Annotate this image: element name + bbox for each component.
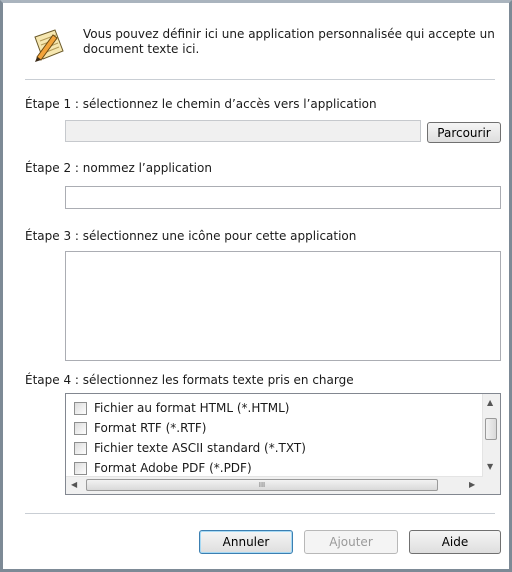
format-label: Format Adobe PDF (*.PDF)	[94, 461, 252, 475]
list-item[interactable]: Format Adobe PDF (*.PDF)	[74, 458, 252, 478]
custom-application-dialog: Vous pouvez définir ici une application …	[0, 0, 512, 572]
vertical-scroll-thumb[interactable]	[485, 418, 497, 440]
notepad-pencil-icon	[31, 27, 67, 63]
step3-label: Étape 3 : sélectionnez une icône pour ce…	[25, 229, 357, 243]
scroll-down-arrow-icon[interactable]: ▼	[487, 462, 493, 472]
format-checkbox[interactable]	[74, 441, 87, 455]
scroll-up-arrow-icon[interactable]: ▲	[487, 398, 493, 408]
format-label: Format RTF (*.RTF)	[94, 421, 207, 435]
formats-list[interactable]: Fichier au format HTML (*.HTML) Format R…	[65, 393, 501, 495]
cancel-button[interactable]: Annuler	[199, 530, 293, 554]
step4-label: Étape 4 : sélectionnez les formats texte…	[25, 373, 354, 387]
scrollbar-corner	[483, 477, 500, 494]
horizontal-scrollbar[interactable]: ◀ III ▶	[66, 476, 483, 494]
horizontal-scroll-thumb[interactable]: III	[86, 479, 438, 491]
vertical-scrollbar[interactable]: ▲ ▼	[482, 394, 500, 477]
step1-label: Étape 1 : sélectionnez le chemin d’accès…	[25, 97, 377, 111]
browse-button[interactable]: Parcourir	[427, 122, 501, 143]
scroll-right-arrow-icon[interactable]: ▶	[469, 480, 475, 490]
format-label: Fichier texte ASCII standard (*.TXT)	[94, 441, 306, 455]
intro-text: Vous pouvez définir ici une application …	[83, 27, 495, 56]
help-button[interactable]: Aide	[409, 530, 501, 554]
format-checkbox[interactable]	[74, 401, 87, 415]
list-item[interactable]: Format RTF (*.RTF)	[74, 418, 207, 438]
footer-divider	[25, 513, 495, 514]
format-label: Fichier au format HTML (*.HTML)	[94, 401, 290, 415]
header-divider	[25, 79, 495, 80]
step2-label: Étape 2 : nommez l’application	[25, 161, 212, 175]
format-checkbox[interactable]	[74, 461, 87, 475]
list-item[interactable]: Fichier texte ASCII standard (*.TXT)	[74, 438, 306, 458]
scroll-left-arrow-icon[interactable]: ◀	[71, 480, 77, 490]
scroll-grip-icon: III	[258, 481, 266, 489]
application-name-field[interactable]	[65, 186, 501, 209]
application-path-field[interactable]	[65, 120, 421, 142]
format-checkbox[interactable]	[74, 421, 87, 435]
list-item[interactable]: Fichier au format HTML (*.HTML)	[74, 398, 289, 418]
icon-selection-box[interactable]	[65, 251, 501, 361]
add-button[interactable]: Ajouter	[304, 530, 398, 554]
